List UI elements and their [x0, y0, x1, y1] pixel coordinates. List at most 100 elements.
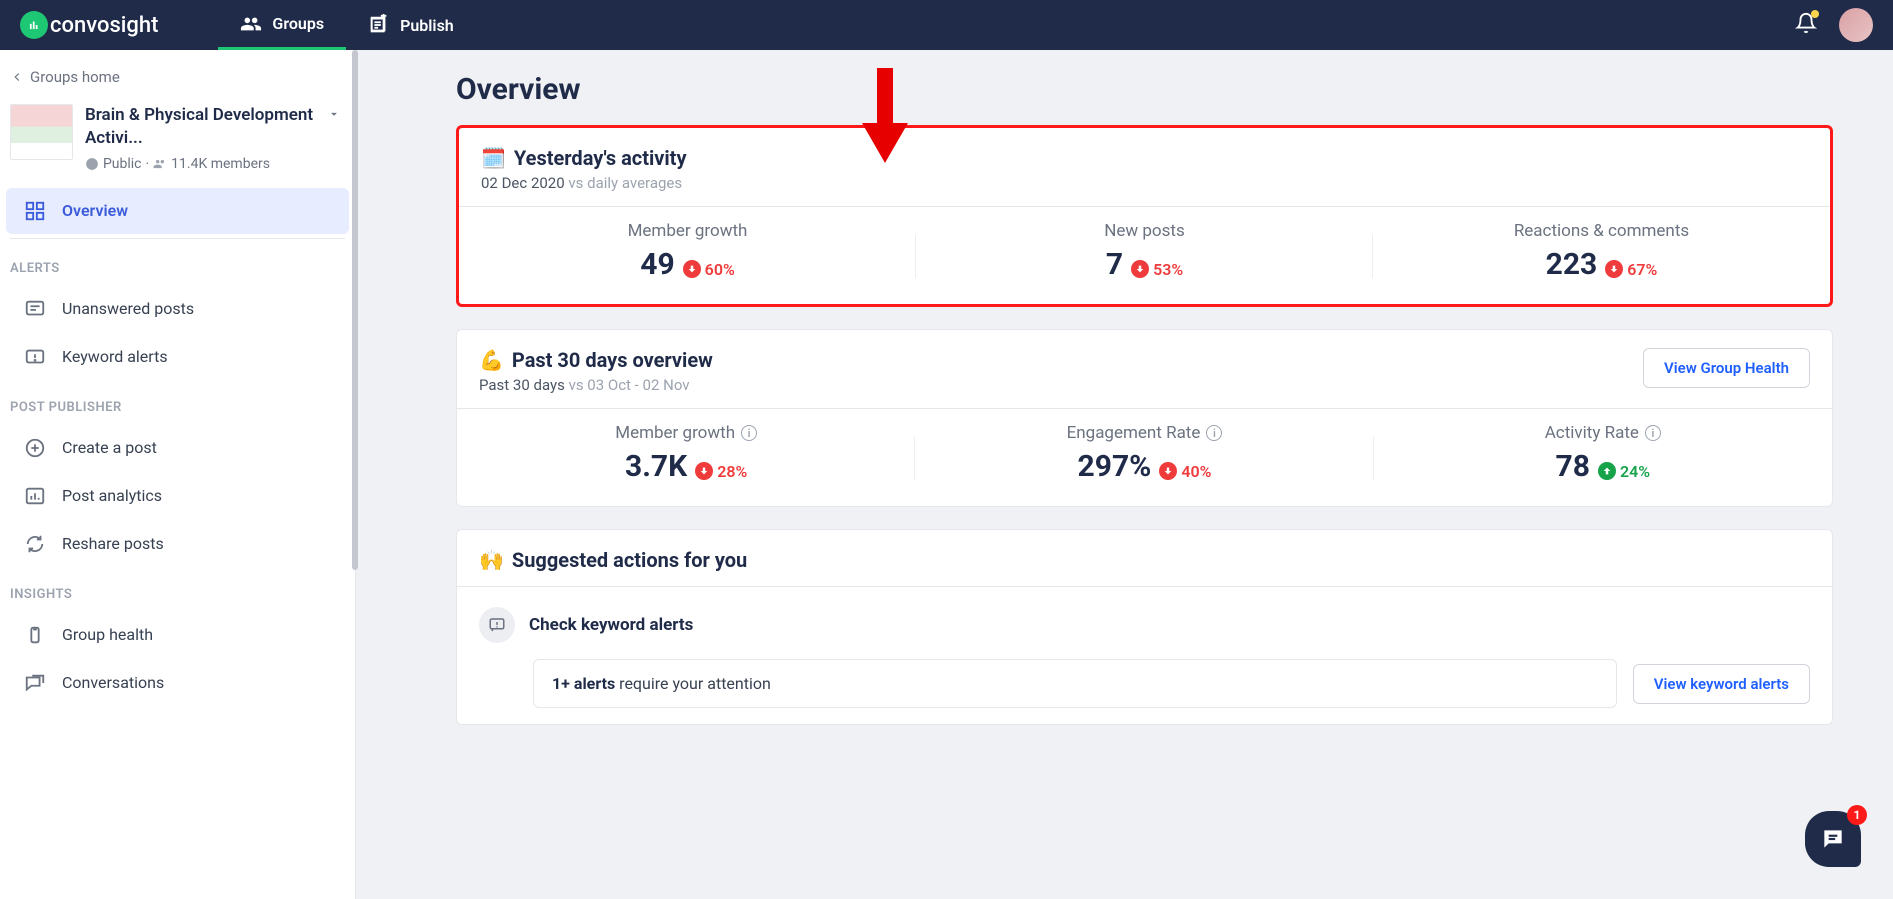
sidebar-item-overview[interactable]: Overview — [6, 188, 349, 234]
back-label: Groups home — [30, 68, 120, 86]
metric-value: 7 — [1106, 247, 1123, 282]
sidebar-item-create-post[interactable]: Create a post — [6, 425, 349, 471]
main-content: Overview 🗓️ Yesterday's activity 02 Dec … — [356, 50, 1893, 899]
chat-widget-button[interactable]: 1 — [1805, 811, 1861, 867]
metric-label: Activity Rate — [1545, 423, 1639, 443]
arrow-down-icon — [1605, 260, 1623, 278]
metric-value: 3.7K — [625, 449, 687, 484]
user-avatar[interactable] — [1839, 8, 1873, 42]
sidebar-item-label: Create a post — [62, 438, 157, 457]
arrow-down-icon — [695, 462, 713, 480]
sidebar-item-label: Reshare posts — [62, 534, 164, 553]
metric-engagement-rate: Engagement Rate i 297% 40% — [915, 423, 1373, 484]
calendar-emoji-icon: 🗓️ — [481, 146, 506, 170]
metric-delta: 53% — [1131, 260, 1183, 279]
card-title: Suggested actions for you — [512, 548, 747, 572]
brand-icon — [20, 11, 48, 39]
sidebar-item-reshare[interactable]: Reshare posts — [6, 521, 349, 567]
metric-new-posts: New posts 7 53% — [916, 221, 1373, 282]
sidebar-item-label: Post analytics — [62, 486, 162, 505]
group-members: 11.4K members — [171, 156, 270, 172]
nav-groups[interactable]: Groups — [218, 0, 346, 50]
section-alerts: ALERTS — [0, 243, 355, 284]
hands-emoji-icon: 🙌 — [479, 548, 504, 572]
nav-publish[interactable]: Publish — [346, 0, 476, 50]
annotation-arrow-icon — [860, 68, 910, 172]
card-sub: Past 30 days — [479, 376, 565, 394]
sidebar-scrollbar[interactable] — [352, 50, 358, 899]
action-sub-text: 1+ alerts require your attention — [533, 659, 1617, 708]
sidebar-item-label: Overview — [62, 201, 128, 220]
sidebar-item-label: Keyword alerts — [62, 347, 168, 366]
info-icon[interactable]: i — [1645, 425, 1661, 441]
topnav-right — [1795, 8, 1873, 42]
metric-delta: 24% — [1598, 462, 1650, 481]
nav-groups-label: Groups — [272, 14, 324, 33]
metric-label: Engagement Rate — [1067, 423, 1201, 443]
metric-delta: 67% — [1605, 260, 1657, 279]
metric-value: 49 — [640, 247, 674, 282]
suggested-action-keyword: Check keyword alerts — [457, 587, 1832, 649]
view-keyword-alerts-button[interactable]: View keyword alerts — [1633, 664, 1810, 704]
arrow-up-icon — [1598, 462, 1616, 480]
group-thumbnail — [10, 104, 73, 160]
group-title: Brain & Physical Development Activi... — [85, 104, 345, 150]
metric-value: 78 — [1556, 449, 1590, 484]
metric-label: New posts — [916, 221, 1373, 241]
flex-emoji-icon: 💪 — [479, 348, 504, 372]
metric-activity-rate: Activity Rate i 78 24% — [1374, 423, 1832, 484]
metric-label: Member growth — [615, 423, 735, 443]
nav-publish-label: Publish — [400, 16, 454, 35]
group-visibility: Public — [103, 156, 142, 172]
globe-icon — [85, 157, 99, 171]
info-icon[interactable]: i — [1206, 425, 1222, 441]
metric-value: 223 — [1546, 247, 1598, 282]
brand-logo[interactable]: convosight — [20, 11, 158, 39]
sidebar-item-post-analytics[interactable]: Post analytics — [6, 473, 349, 519]
section-insights: INSIGHTS — [0, 569, 355, 610]
sidebar: Groups home Brain & Physical Development… — [0, 50, 356, 899]
sidebar-item-unanswered[interactable]: Unanswered posts — [6, 286, 349, 332]
arrow-down-icon — [1131, 260, 1149, 278]
metric-reactions-comments: Reactions & comments 223 67% — [1373, 221, 1830, 282]
card-title: Yesterday's activity — [514, 146, 687, 170]
sidebar-item-conversations[interactable]: Conversations — [6, 660, 349, 706]
sidebar-item-label: Unanswered posts — [62, 299, 194, 318]
notification-dot-icon — [1811, 10, 1819, 18]
metric-delta: 28% — [695, 462, 747, 481]
group-selector[interactable]: Brain & Physical Development Activi... P… — [0, 90, 355, 186]
action-title: Check keyword alerts — [529, 615, 693, 635]
info-icon[interactable]: i — [741, 425, 757, 441]
nav-items: Groups Publish — [218, 0, 475, 50]
metric-delta: 40% — [1159, 462, 1211, 481]
card-vs: vs 03 Oct - 02 Nov — [565, 376, 690, 394]
chat-badge: 1 — [1847, 805, 1867, 825]
card-vs: vs daily averages — [565, 174, 682, 192]
card-suggested-actions: 🙌 Suggested actions for you Check keywor… — [456, 529, 1833, 725]
card-past-30-days: 💪 Past 30 days overview Past 30 days vs … — [456, 329, 1833, 507]
sidebar-item-group-health[interactable]: Group health — [6, 612, 349, 658]
section-publisher: POST PUBLISHER — [0, 382, 355, 423]
back-groups-home[interactable]: Groups home — [0, 64, 355, 90]
metric-member-growth-30: Member growth i 3.7K 28% — [457, 423, 915, 484]
card-date: 02 Dec 2020 — [481, 174, 565, 192]
brand-text: convosight — [50, 13, 158, 38]
metric-delta: 60% — [683, 260, 735, 279]
metric-member-growth: Member growth 49 60% — [459, 221, 916, 282]
metric-label: Member growth — [459, 221, 916, 241]
group-meta: Public · 11.4K members — [85, 156, 345, 172]
sidebar-item-keyword-alerts[interactable]: Keyword alerts — [6, 334, 349, 380]
arrow-down-icon — [683, 260, 701, 278]
notifications-button[interactable] — [1795, 12, 1817, 38]
yesterday-metrics: Member growth 49 60% New posts 7 — [459, 207, 1830, 304]
view-group-health-button[interactable]: View Group Health — [1643, 348, 1810, 388]
sidebar-item-label: Group health — [62, 625, 153, 644]
past30-metrics: Member growth i 3.7K 28% Engagement Rate i… — [457, 409, 1832, 506]
top-nav: convosight Groups Publish — [0, 0, 1893, 50]
metric-label: Reactions & comments — [1373, 221, 1830, 241]
arrow-down-icon — [1159, 462, 1177, 480]
chevron-down-icon — [327, 106, 341, 125]
members-icon — [153, 157, 167, 171]
page-title: Overview — [456, 72, 1833, 107]
metric-value: 297% — [1078, 449, 1152, 484]
